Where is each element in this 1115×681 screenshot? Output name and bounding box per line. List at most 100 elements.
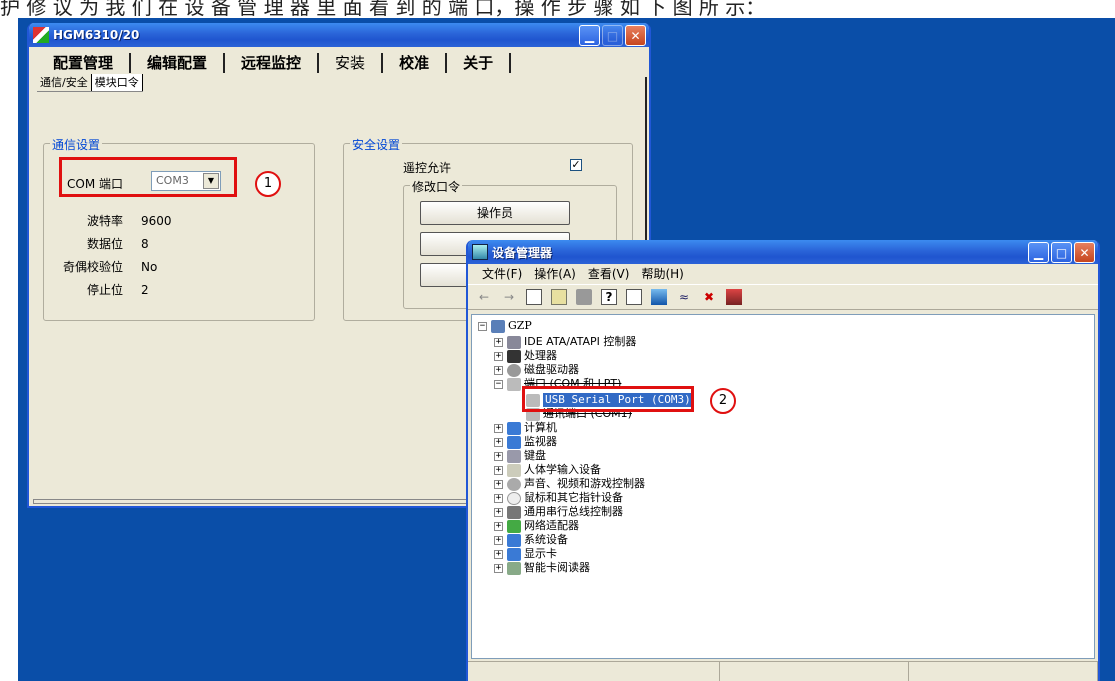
menu-file[interactable]: 文件(F) xyxy=(482,264,522,284)
view-icon[interactable] xyxy=(626,289,642,305)
password-group-title: 修改口令 xyxy=(410,178,463,195)
expand-icon[interactable]: + xyxy=(494,507,503,517)
expand-icon[interactable]: + xyxy=(494,365,503,375)
tree-root[interactable]: − GZP xyxy=(478,319,532,333)
close-icon: ✕ xyxy=(1079,245,1090,260)
status-bar xyxy=(468,661,1098,681)
close-button[interactable]: ✕ xyxy=(1074,242,1095,263)
device-tree: − GZP + IDE ATA/ATAPI 控制器 + 处理器 + 磁盘驱动器 − 端口 … xyxy=(471,314,1095,659)
expand-icon[interactable]: + xyxy=(494,549,503,559)
scan-hardware-icon[interactable] xyxy=(651,289,667,305)
stopbits-row: 停止位 2 xyxy=(86,283,149,297)
annotation-marker-1: 1 xyxy=(255,171,281,197)
tree-item[interactable]: + 人体学输入设备 xyxy=(494,463,601,477)
databits-row: 数据位 8 xyxy=(86,237,149,251)
menu-bar: 文件(F) 操作(A) 查看(V) 帮助(H) xyxy=(468,264,1098,284)
close-icon: ✕ xyxy=(630,28,641,43)
keyboard-icon xyxy=(507,449,521,463)
close-button[interactable]: ✕ xyxy=(625,25,646,46)
menu-action[interactable]: 操作(A) xyxy=(534,264,576,284)
computer-icon xyxy=(491,319,505,333)
expand-icon[interactable]: + xyxy=(494,337,503,347)
menu-help[interactable]: 帮助(H) xyxy=(641,264,683,284)
parity-row: 奇偶校验位 No xyxy=(62,260,158,274)
hgm-titlebar[interactable]: HGM6310/20 ▁ □ ✕ xyxy=(29,23,649,47)
tree-item[interactable]: + IDE ATA/ATAPI 控制器 xyxy=(494,335,636,349)
remote-allow-label: 遥控允许 xyxy=(403,161,452,175)
maximize-button[interactable]: □ xyxy=(1051,242,1072,263)
top-caption-crop: 护 修 议 为 我 们 在 设 备 管 理 器 里 面 看 到 的 端 口，操 … xyxy=(0,0,1115,18)
tree-item[interactable]: + 磁盘驱动器 xyxy=(494,363,579,377)
comm-group-title: 通信设置 xyxy=(50,136,103,153)
app-icon xyxy=(33,27,49,43)
disk-drive-icon xyxy=(507,363,521,377)
remote-allow-checkbox[interactable]: ✓ xyxy=(570,159,582,171)
expand-icon[interactable]: + xyxy=(494,479,503,489)
minimize-icon: ▁ xyxy=(1033,245,1044,260)
uninstall-icon[interactable] xyxy=(726,289,742,305)
tab-comm-security[interactable]: 通信/安全 xyxy=(37,74,92,91)
expand-icon[interactable]: + xyxy=(494,437,503,447)
annotation-marker-2: 2 xyxy=(710,388,736,414)
operator-button[interactable]: 操作员 xyxy=(420,201,570,225)
expand-icon[interactable]: + xyxy=(494,521,503,531)
expand-icon[interactable]: + xyxy=(494,535,503,545)
ide-controller-icon xyxy=(507,335,521,349)
monitor-icon xyxy=(507,435,521,449)
expand-icon[interactable]: + xyxy=(494,423,503,433)
status-pane-2 xyxy=(720,662,909,681)
expand-icon[interactable]: + xyxy=(494,465,503,475)
tree-item[interactable]: + 处理器 xyxy=(494,349,557,363)
smart-card-icon xyxy=(507,561,521,575)
status-pane-3 xyxy=(909,662,1098,681)
port-icon xyxy=(507,377,521,391)
collapse-icon[interactable]: − xyxy=(494,379,503,389)
tab-module-password[interactable]: 模块口令 xyxy=(91,74,143,91)
tree-item[interactable]: + 计算机 xyxy=(494,421,557,435)
console-tree-icon[interactable] xyxy=(526,289,542,305)
expand-icon[interactable]: + xyxy=(494,493,503,503)
help-icon[interactable]: ? xyxy=(601,289,617,305)
maximize-icon: □ xyxy=(606,28,619,43)
tree-item[interactable]: + 智能卡阅读器 xyxy=(494,561,590,575)
tab-calibrate[interactable]: 校准 xyxy=(383,53,448,73)
device-manager-icon xyxy=(472,244,488,260)
devmgr-titlebar[interactable]: 设备管理器 ▁ □ ✕ xyxy=(468,240,1098,264)
expand-icon[interactable]: + xyxy=(494,451,503,461)
tab-config-manage[interactable]: 配置管理 xyxy=(37,53,132,73)
minimize-icon: ▁ xyxy=(584,28,595,43)
baud-row: 波特率 9600 xyxy=(86,214,172,228)
menu-view[interactable]: 查看(V) xyxy=(588,264,630,284)
minimize-button[interactable]: ▁ xyxy=(1028,242,1049,263)
maximize-button[interactable]: □ xyxy=(602,25,623,46)
devmgr-title: 设备管理器 xyxy=(492,245,553,260)
expand-icon[interactable]: + xyxy=(494,563,503,573)
device-manager-window: 设备管理器 ▁ □ ✕ 文件(F) 操作(A) 查看(V) 帮助(H) ← → … xyxy=(466,240,1100,681)
display-card-icon xyxy=(507,547,521,561)
tab-about[interactable]: 关于 xyxy=(447,53,512,73)
forward-arrow-icon[interactable]: → xyxy=(501,289,517,305)
tab-remote-monitor[interactable]: 远程监控 xyxy=(225,53,320,73)
processor-icon xyxy=(507,349,521,363)
update-driver-icon[interactable]: ≈ xyxy=(676,289,692,305)
tree-item[interactable]: + 监视器 xyxy=(494,435,557,449)
tab-edit-config[interactable]: 编辑配置 xyxy=(131,53,226,73)
minimize-button[interactable]: ▁ xyxy=(579,25,600,46)
computer-icon xyxy=(507,421,521,435)
disable-device-icon[interactable]: ✖ xyxy=(701,289,717,305)
back-arrow-icon[interactable]: ← xyxy=(476,289,492,305)
tree-item[interactable]: + 网络适配器 xyxy=(494,519,579,533)
tree-item[interactable]: + 键盘 xyxy=(494,449,546,463)
hid-icon xyxy=(507,463,521,477)
tree-item[interactable]: + 系统设备 xyxy=(494,533,568,547)
tree-item[interactable]: + 鼠标和其它指针设备 xyxy=(494,491,623,505)
properties-icon[interactable] xyxy=(551,289,567,305)
tree-item[interactable]: + 显示卡 xyxy=(494,547,557,561)
print-icon[interactable] xyxy=(576,289,592,305)
status-pane-1 xyxy=(468,662,720,681)
collapse-icon[interactable]: − xyxy=(478,321,487,331)
tree-item[interactable]: + 通用串行总线控制器 xyxy=(494,505,623,519)
expand-icon[interactable]: + xyxy=(494,351,503,361)
tree-item[interactable]: + 声音、视频和游戏控制器 xyxy=(494,477,645,491)
tab-install[interactable]: 安装 xyxy=(319,53,384,73)
